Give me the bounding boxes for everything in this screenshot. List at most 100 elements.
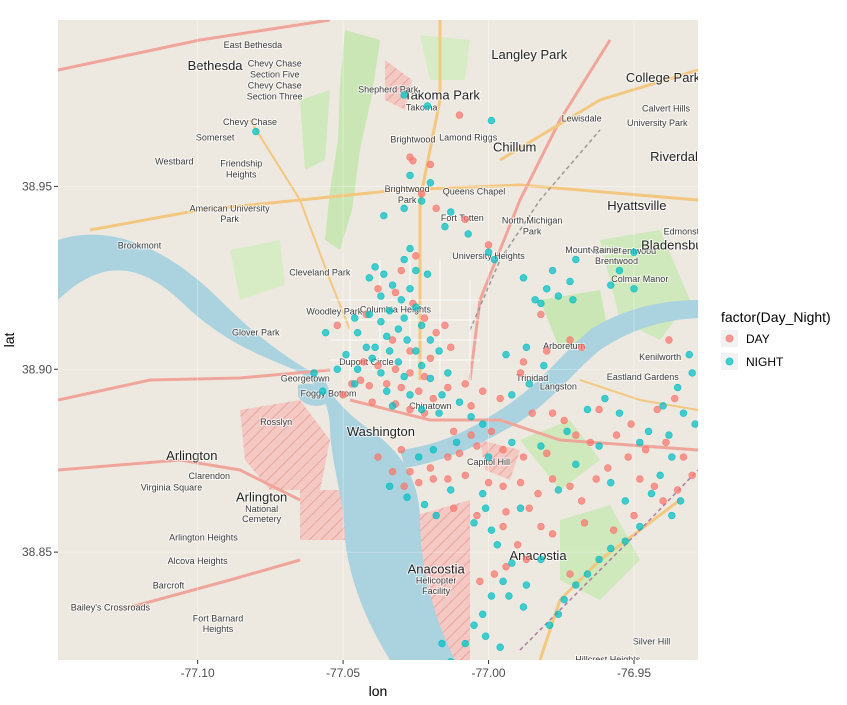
point-day: [560, 416, 568, 425]
map-place-label: Arlington Heights: [169, 532, 238, 542]
point-night: [484, 248, 493, 256]
point-night: [383, 332, 391, 341]
point-day: [479, 387, 487, 395]
point-night: [615, 409, 624, 417]
point-day: [572, 431, 580, 439]
point-day: [359, 358, 368, 366]
point-night: [423, 102, 432, 110]
point-night: [415, 453, 423, 461]
legend-label-day: DAY: [746, 332, 770, 346]
point-night: [400, 91, 408, 99]
point-night: [659, 402, 667, 410]
point-day: [580, 519, 589, 527]
point-night: [572, 460, 580, 469]
point-night: [400, 314, 408, 322]
point-night: [644, 427, 653, 436]
point-night: [548, 266, 557, 275]
x-axis-title: lon: [369, 683, 388, 699]
map-place-label: Arlington: [166, 448, 217, 463]
map-place-label: Park: [523, 227, 542, 237]
point-night: [647, 489, 656, 498]
point-night: [566, 277, 574, 286]
point-night: [438, 391, 446, 399]
x-tick-label: -77.00: [472, 666, 506, 680]
point-day: [412, 252, 420, 260]
point-night: [380, 270, 388, 278]
point-night: [665, 431, 673, 439]
point-day: [673, 486, 682, 494]
point-night: [394, 325, 403, 333]
point-day: [592, 475, 600, 483]
point-day: [444, 475, 452, 483]
point-night: [508, 559, 516, 567]
point-day: [513, 541, 522, 549]
point-night: [668, 511, 676, 520]
point-day: [397, 383, 405, 392]
point-night: [444, 369, 452, 377]
point-day: [496, 394, 504, 403]
y-tick-label: 38.90: [22, 362, 52, 376]
point-night: [487, 526, 496, 534]
point-day: [688, 471, 696, 480]
point-day: [441, 321, 449, 330]
point-night: [537, 442, 545, 450]
map-place-label: Eastland Gardens: [607, 372, 680, 382]
point-day: [455, 111, 464, 119]
point-night: [385, 347, 394, 355]
point-night: [630, 285, 638, 293]
point-night: [479, 610, 487, 618]
point-night: [496, 643, 504, 651]
point-night: [583, 570, 592, 578]
point-night: [400, 204, 408, 213]
point-day: [374, 285, 382, 293]
point-day: [415, 478, 423, 487]
point-night: [397, 296, 405, 304]
point-night: [417, 405, 426, 414]
point-night: [461, 639, 469, 648]
y-axis-title: lat: [1, 333, 17, 348]
point-night: [508, 391, 516, 399]
point-night: [388, 402, 397, 410]
point-day: [519, 358, 528, 366]
point-night: [572, 581, 580, 589]
point-day: [432, 328, 440, 337]
point-day: [566, 570, 574, 578]
map-place-label: Heights: [203, 624, 234, 634]
point-day: [543, 347, 551, 355]
map-place-label: Chevy Chase: [248, 58, 302, 68]
point-night: [685, 350, 693, 359]
point-day: [420, 314, 429, 322]
point-day: [665, 336, 673, 344]
point-day: [473, 442, 481, 450]
point-night: [385, 307, 394, 315]
map-place-label: Arlington: [236, 490, 287, 505]
map-place-label: Bailey's Crossroads: [71, 603, 151, 613]
point-night: [321, 328, 330, 337]
point-day: [447, 343, 455, 352]
point-night: [377, 292, 385, 300]
point-day: [397, 446, 405, 454]
point-day: [374, 453, 382, 461]
point-night: [377, 369, 385, 377]
point-night: [572, 255, 580, 264]
point-day: [490, 570, 499, 578]
map-place-label: North Michigan: [502, 216, 563, 226]
map-place-label: Bethesda: [188, 58, 244, 73]
point-day: [548, 409, 557, 417]
point-night: [522, 581, 531, 589]
point-day: [528, 409, 536, 417]
map-place-label: Silver Hill: [633, 636, 671, 646]
point-night: [470, 519, 478, 527]
point-day: [537, 310, 545, 319]
point-night: [545, 621, 554, 629]
point-night: [406, 285, 414, 293]
x-tick-label: -77.10: [181, 666, 215, 680]
map-place-label: Shepherd Park: [358, 84, 419, 94]
point-day: [566, 336, 574, 344]
point-night: [595, 442, 603, 450]
point-night: [676, 497, 685, 505]
point-day: [406, 405, 414, 414]
legend-label-night: NIGHT: [746, 355, 784, 369]
point-day: [444, 453, 452, 461]
point-night: [508, 438, 516, 447]
